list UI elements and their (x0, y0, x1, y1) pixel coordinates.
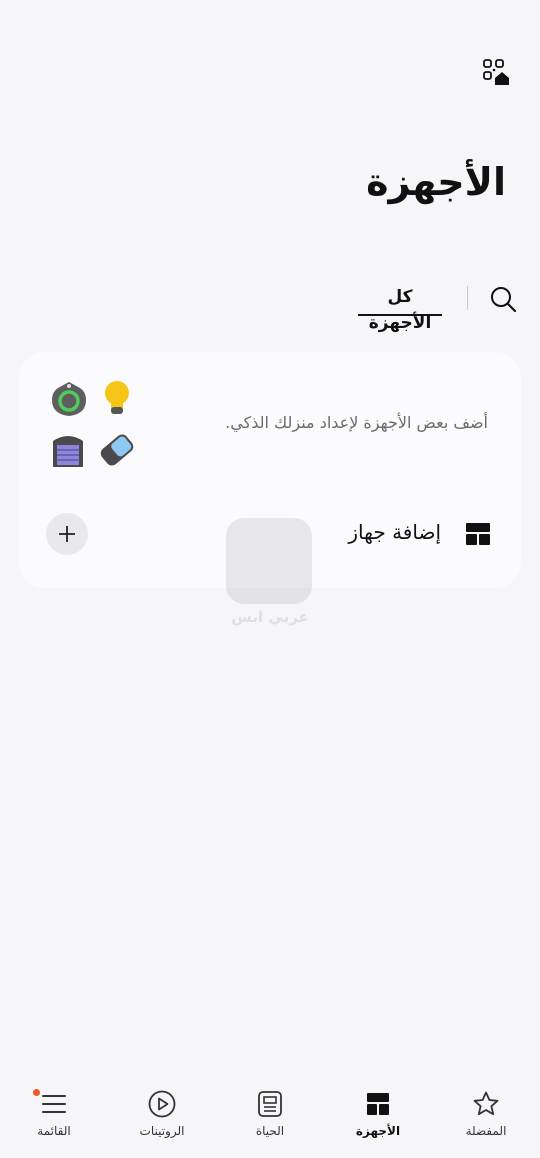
add-device-button[interactable] (46, 513, 88, 555)
search-button[interactable] (486, 282, 520, 316)
page-title: الأجهزة (366, 160, 506, 204)
nav-routines-label: الروتينات (139, 1124, 185, 1138)
bulb-icon (97, 378, 137, 418)
sensor-icon (49, 379, 89, 419)
star-icon (473, 1091, 499, 1116)
qr-home-button[interactable] (480, 56, 512, 88)
garage-icon (48, 430, 88, 470)
bottom-navigation: القائمة الروتينات الحياة الأجهزة المفضلة (0, 1080, 540, 1158)
watermark-badge (226, 518, 312, 604)
nav-menu[interactable]: القائمة (0, 1080, 108, 1158)
nav-life-label: الحياة (255, 1124, 285, 1138)
nav-devices-label: الأجهزة (355, 1124, 401, 1138)
nav-routines[interactable]: الروتينات (108, 1080, 216, 1158)
nav-devices[interactable]: الأجهزة (324, 1080, 432, 1158)
plus-icon (59, 526, 75, 542)
devices-screen: الأجهزة كل الأجهزة أضف بعض الأجهزة لإعدا… (0, 0, 540, 1158)
devices-grid-icon (466, 523, 490, 545)
search-icon (491, 287, 517, 313)
nav-menu-label: القائمة (37, 1124, 71, 1138)
lock-card-icon (97, 430, 137, 470)
tab-all-devices[interactable]: كل الأجهزة (358, 284, 442, 333)
tab-divider (467, 286, 468, 310)
devices-icon (367, 1093, 389, 1115)
menu-icon (42, 1095, 66, 1113)
nav-life[interactable]: الحياة (216, 1080, 324, 1158)
play-icon (148, 1090, 176, 1118)
nav-favorites-label: المفضلة (465, 1124, 507, 1138)
add-device-label: إضافة جهاز (348, 520, 441, 544)
empty-hint-text: أضف بعض الأجهزة لإعداد منزلك الذكي. (225, 413, 488, 432)
watermark-logo: عربي ابس (226, 518, 314, 638)
nav-favorites[interactable]: المفضلة (432, 1080, 540, 1158)
qr-home-icon (483, 59, 509, 85)
watermark-text: عربي ابس (231, 608, 309, 626)
life-icon (258, 1091, 282, 1117)
notification-badge (33, 1089, 40, 1096)
